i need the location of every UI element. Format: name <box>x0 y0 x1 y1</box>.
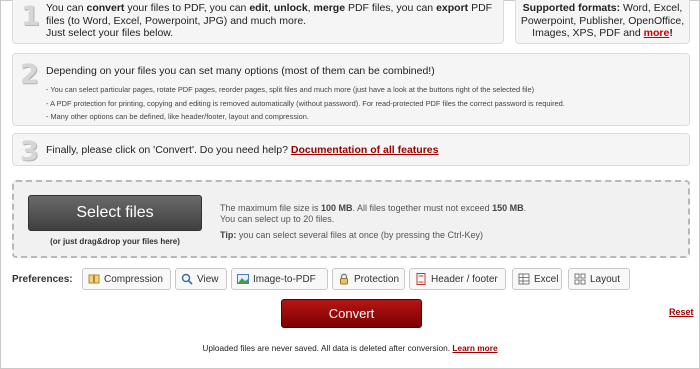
pref-image-to-pdf-button[interactable]: Image-to-PDF <box>231 268 328 290</box>
step-3-instruction: Finally, please click on 'Convert'. Do y… <box>46 144 291 156</box>
tip-label: Tip: <box>220 230 237 240</box>
document-icon <box>415 273 427 285</box>
pref-layout-button[interactable]: Layout <box>568 268 630 290</box>
keyword-convert: convert <box>86 2 125 14</box>
privacy-footer: Uploaded files are never saved. All data… <box>0 343 700 353</box>
pref-view-button[interactable]: View <box>175 268 227 290</box>
lock-icon <box>338 273 350 285</box>
keyword-export: export <box>436 2 469 14</box>
select-files-button[interactable]: Select files <box>28 195 202 231</box>
more-suffix: ! <box>669 27 673 40</box>
step-3-panel: 3 Finally, please click on 'Convert'. Do… <box>12 133 690 167</box>
max-file-size: 100 MB <box>321 203 353 213</box>
max-files-text: You can select up to 20 files. <box>220 214 335 224</box>
pref-button-label: Layout <box>590 273 621 285</box>
step-2-options-list: - You can select particular pages, rotat… <box>46 83 565 124</box>
file-limit-text: . All files together must not exceed <box>352 203 493 213</box>
list-item: - A PDF protection for printing, copying… <box>46 98 565 108</box>
step-3-number: 3 <box>20 136 39 167</box>
reset-link[interactable]: Reset <box>669 307 694 317</box>
step-1-text: You can convert your files to PDF, you c… <box>46 2 501 40</box>
pref-protection-button[interactable]: Protection <box>332 268 405 290</box>
pref-button-label: Compression <box>104 273 163 285</box>
layout-grid-icon <box>574 273 586 285</box>
keyword-edit: edit <box>249 2 268 14</box>
upload-tip: Tip: you can select several files at onc… <box>220 230 483 240</box>
step-3-text: Finally, please click on 'Convert'. Do y… <box>46 144 438 156</box>
step-2-number: 2 <box>20 59 39 90</box>
pref-button-label: Protection <box>354 273 400 285</box>
step-1-text-part: You can <box>46 2 87 14</box>
keyword-merge: merge <box>313 2 346 14</box>
magnifier-icon <box>181 273 193 285</box>
step-1-text-part: your files to PDF, you can <box>124 2 250 14</box>
file-limits-info: The maximum file size is 100 MB. All fil… <box>220 203 526 225</box>
supported-formats-panel: Supported formats: Word, Excel, Powerpoi… <box>515 0 690 44</box>
learn-more-link[interactable]: Learn more <box>452 343 497 353</box>
list-item: - You can select particular pages, rotat… <box>46 85 535 94</box>
supported-formats-label: Supported formats: <box>522 2 621 14</box>
pref-header-footer-button[interactable]: Header / footer <box>409 268 506 290</box>
preferences-label: Preferences: <box>12 274 73 285</box>
compression-icon <box>88 273 100 285</box>
pref-button-label: Header / footer <box>431 273 498 285</box>
convert-button[interactable]: Convert <box>281 299 422 328</box>
step-2-panel: 2 Depending on your files you can set ma… <box>12 53 690 126</box>
pref-excel-button[interactable]: Excel <box>512 268 562 290</box>
step-2-title: Depending on your files you can set many… <box>46 65 435 77</box>
file-drop-zone[interactable]: Select files (or just drag&drop your fil… <box>12 180 690 258</box>
spreadsheet-icon <box>518 273 530 285</box>
list-item: - Many other options can be defined, lik… <box>46 112 309 121</box>
file-limit-text: The maximum file size is <box>220 203 322 213</box>
privacy-notice: Uploaded files are never saved. All data… <box>202 343 453 353</box>
drag-drop-hint: (or just drag&drop your files here) <box>50 237 180 246</box>
documentation-link[interactable]: Documentation of all features <box>291 144 439 156</box>
step-1-panel: 1 You can convert your files to PDF, you… <box>12 0 504 44</box>
step-1-text-part: PDF files, you can <box>345 2 437 14</box>
tip-text: you can select several files at once (by… <box>236 230 483 240</box>
pref-button-label: View <box>197 273 219 285</box>
pref-compression-button[interactable]: Compression <box>82 268 171 290</box>
pref-button-label: Excel <box>534 273 559 285</box>
keyword-unlock: unlock <box>273 2 308 14</box>
max-total-size: 150 MB <box>492 203 524 213</box>
image-icon <box>237 273 249 285</box>
more-formats-link[interactable]: more <box>644 27 670 39</box>
file-limit-text: . <box>523 203 527 213</box>
step-1-line-2: Just select your files below. <box>46 27 174 40</box>
step-1-number: 1 <box>21 1 40 32</box>
pref-button-label: Image-to-PDF <box>253 273 316 285</box>
